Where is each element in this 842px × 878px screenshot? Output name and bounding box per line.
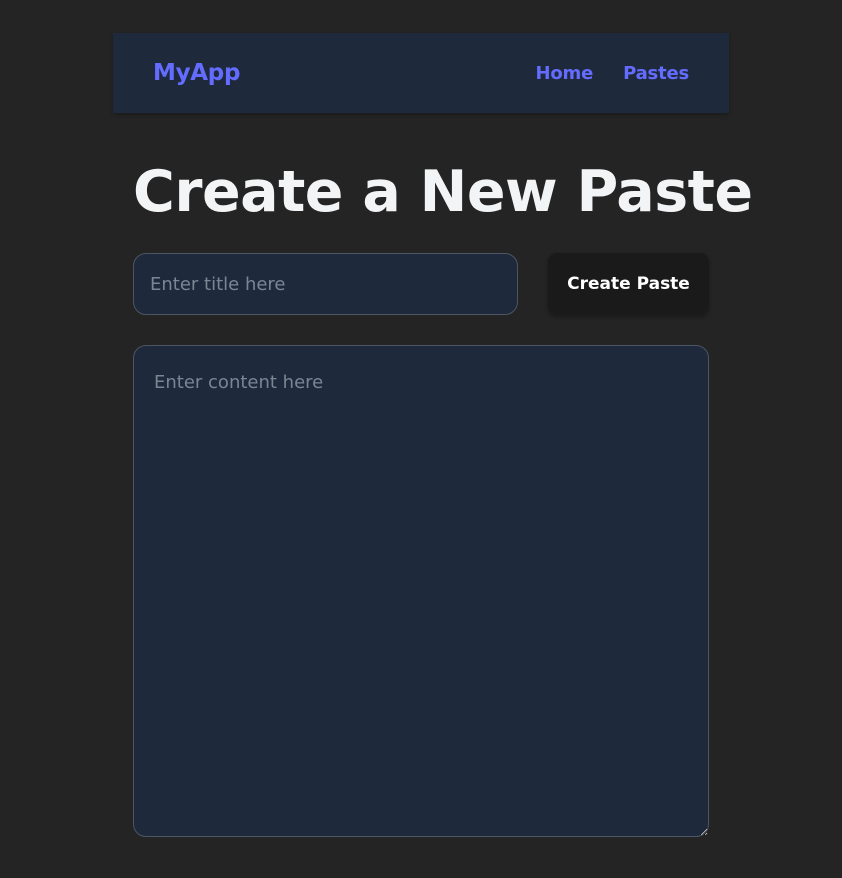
- nav-link-home[interactable]: Home: [535, 63, 593, 84]
- title-input[interactable]: [133, 253, 518, 315]
- navbar: MyApp Home Pastes: [113, 33, 729, 113]
- content-textarea[interactable]: [133, 345, 709, 837]
- nav-links: Home Pastes: [535, 63, 689, 84]
- create-paste-button[interactable]: Create Paste: [548, 253, 709, 315]
- page-title: Create a New Paste: [133, 159, 753, 225]
- nav-link-pastes[interactable]: Pastes: [623, 63, 689, 84]
- brand-link[interactable]: MyApp: [153, 60, 240, 86]
